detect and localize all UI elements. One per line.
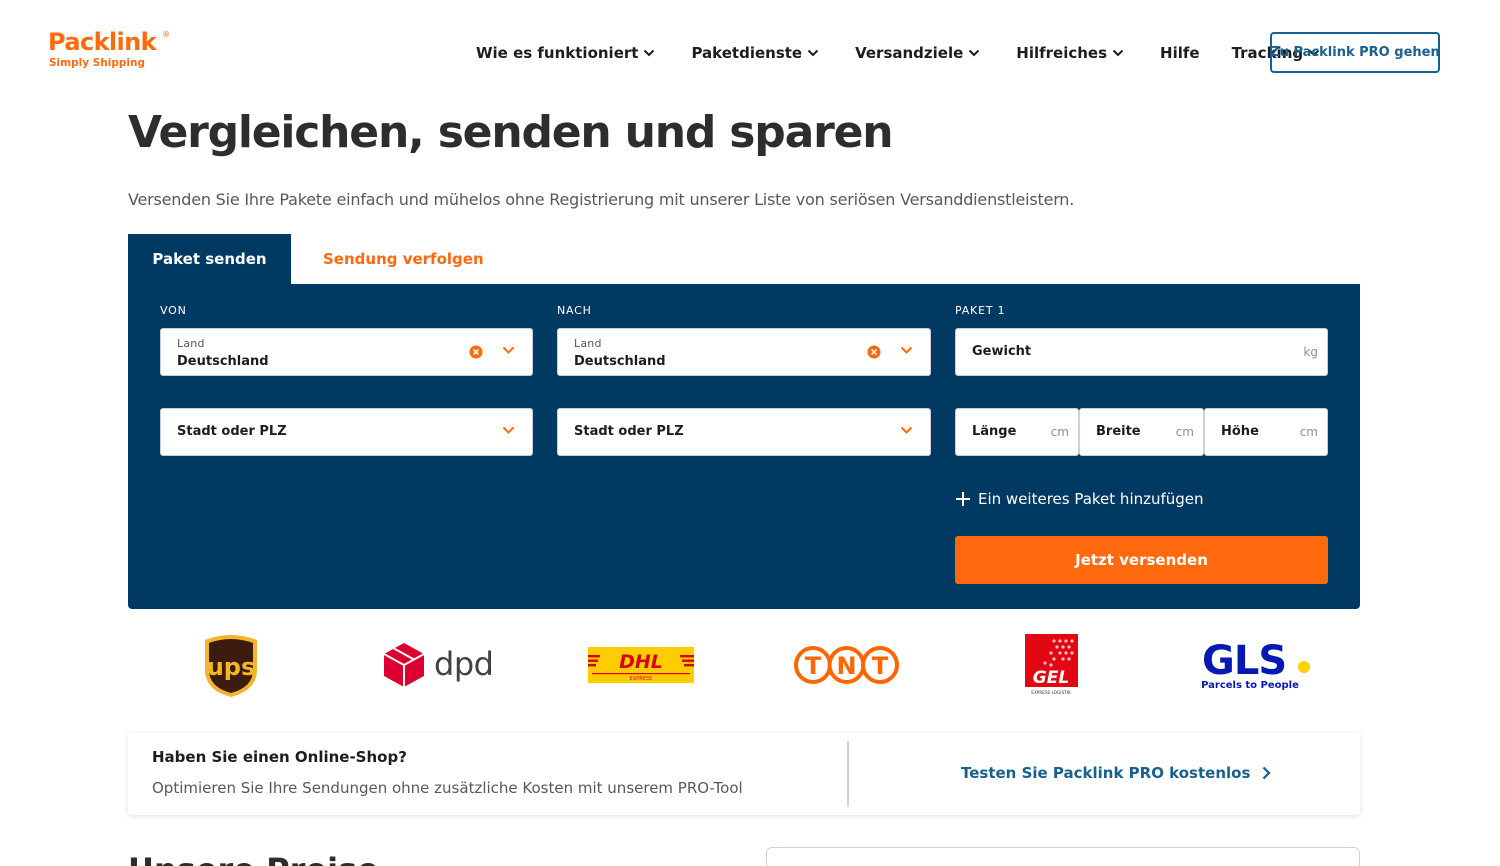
chevron-down-icon[interactable] [502, 346, 515, 355]
nav-item-hilfe[interactable]: Hilfe [1160, 44, 1200, 62]
submit-ship-button[interactable]: Jetzt versenden [955, 536, 1328, 584]
clear-icon[interactable] [867, 345, 881, 359]
gls-logo: GLS Parcels to People [1201, 638, 1310, 691]
dpd-cube-icon [383, 643, 425, 687]
weight-label: Gewicht [972, 344, 1032, 359]
chevron-down-icon [644, 49, 655, 57]
weight-unit: kg [1303, 345, 1318, 359]
dhl-express-text: EXPRESS [630, 676, 653, 682]
tab-sendung-verfolgen[interactable]: Sendung verfolgen [323, 234, 484, 284]
to-heading: NACH [557, 304, 592, 317]
nav-item-label: Hilfreiches [1016, 44, 1108, 62]
plus-icon [956, 492, 970, 506]
ups-logo-text: ups [207, 653, 256, 681]
from-city-placeholder: Stadt oder PLZ [177, 424, 287, 439]
dpd-logo-text: dpd [434, 645, 494, 683]
nav-item-label: Wie es funktioniert [476, 44, 639, 62]
chevron-down-icon[interactable] [502, 426, 515, 435]
height-input[interactable]: Höhe cm [1204, 408, 1328, 456]
package-heading: PAKET 1 [955, 304, 1006, 317]
tnt-logo: T N T [794, 646, 899, 684]
ups-logo: ups [205, 635, 257, 697]
to-country-value: Deutschland [574, 354, 666, 369]
chevron-right-icon [1263, 766, 1271, 780]
main-nav: Wie es funktioniert Paketdienste Versand… [476, 42, 1320, 64]
dpd-logo: dpd [383, 642, 494, 690]
try-pro-link[interactable]: Testen Sie Packlink PRO kostenlos [961, 764, 1271, 782]
to-country-select[interactable]: Land Deutschland [557, 328, 931, 376]
logo-tagline: Simply Shipping [49, 57, 145, 69]
from-heading: VON [160, 304, 187, 317]
try-pro-label: Testen Sie Packlink PRO kostenlos [961, 764, 1251, 782]
width-label: Breite [1096, 424, 1141, 439]
pro-promo-card: Haben Sie einen Online-Shop? Optimieren … [128, 733, 1360, 815]
width-unit: cm [1175, 425, 1194, 439]
promo-divider [847, 741, 849, 807]
nav-item-label: Versandziele [855, 44, 964, 62]
packlink-pro-button[interactable]: Zu Packlink PRO gehen [1270, 32, 1440, 73]
to-city-select[interactable]: Stadt oder PLZ [557, 408, 931, 456]
from-country-value: Deutschland [177, 354, 269, 369]
length-unit: cm [1050, 425, 1069, 439]
promo-title: Haben Sie einen Online-Shop? [152, 748, 407, 766]
tab-paket-senden[interactable]: Paket senden [128, 234, 291, 284]
add-package-label: Ein weiteres Paket hinzufügen [978, 490, 1204, 508]
page-subtitle: Versenden Sie Ihre Pakete einfach und mü… [128, 190, 1075, 209]
gel-subtitle-text: EXPRESS LOGISTIK [1031, 690, 1071, 695]
to-country-label: Land [574, 337, 602, 350]
chevron-down-icon [807, 49, 819, 57]
gls-logo-text: GLS [1202, 638, 1286, 684]
clear-icon[interactable] [469, 345, 483, 359]
site-header: Packlink ® Simply Shipping Wie es funkti… [0, 0, 1500, 100]
nav-item-paketdienste[interactable]: Paketdienste [691, 44, 819, 62]
length-input[interactable]: Länge cm [955, 408, 1079, 456]
length-label: Länge [972, 424, 1017, 439]
gel-logo-text: GEL [1033, 668, 1069, 688]
chevron-down-icon [969, 49, 980, 57]
dhl-logo: DHL EXPRESS [588, 647, 694, 683]
gel-logo: GEL EXPRESS LOGISTIK [1025, 634, 1078, 695]
tnt-letter-t2: T [872, 652, 889, 680]
logo-registered-mark: ® [162, 30, 170, 39]
dhl-logo-text: DHL [619, 651, 663, 673]
shipping-form-panel: VON Land Deutschland Stadt oder PLZ NACH… [128, 284, 1360, 609]
nav-item-label: Hilfe [1160, 44, 1200, 62]
packlink-logo[interactable]: Packlink ® Simply Shipping [48, 29, 178, 73]
nav-item-versandziele[interactable]: Versandziele [855, 44, 980, 62]
from-city-select[interactable]: Stadt oder PLZ [160, 408, 533, 456]
nav-item-hilfreiches[interactable]: Hilfreiches [1016, 44, 1124, 62]
height-label: Höhe [1221, 424, 1259, 439]
nav-item-label: Paketdienste [691, 44, 803, 62]
section-card-partial [766, 847, 1360, 866]
section-heading-partial: Unsere Preise [128, 850, 379, 866]
nav-item-wie-es-funktioniert[interactable]: Wie es funktioniert [476, 44, 655, 62]
height-unit: cm [1299, 425, 1318, 439]
chevron-down-icon[interactable] [900, 346, 913, 355]
width-input[interactable]: Breite cm [1079, 408, 1204, 456]
tnt-letter-t: T [805, 652, 822, 680]
gls-tagline-text: Parcels to People [1201, 680, 1299, 691]
add-package-button[interactable]: Ein weiteres Paket hinzufügen [955, 490, 1204, 508]
to-city-placeholder: Stadt oder PLZ [574, 424, 684, 439]
weight-input[interactable]: Gewicht kg [955, 328, 1328, 376]
chevron-down-icon[interactable] [900, 426, 913, 435]
promo-text: Optimieren Sie Ihre Sendungen ohne zusät… [152, 779, 743, 797]
page-title: Vergleichen, senden und sparen [128, 107, 894, 158]
logo-wordmark: Packlink [48, 28, 157, 56]
chevron-down-icon [1112, 49, 1124, 57]
from-country-select[interactable]: Land Deutschland [160, 328, 533, 376]
tnt-letter-n: N [836, 652, 856, 680]
from-country-label: Land [177, 337, 205, 350]
